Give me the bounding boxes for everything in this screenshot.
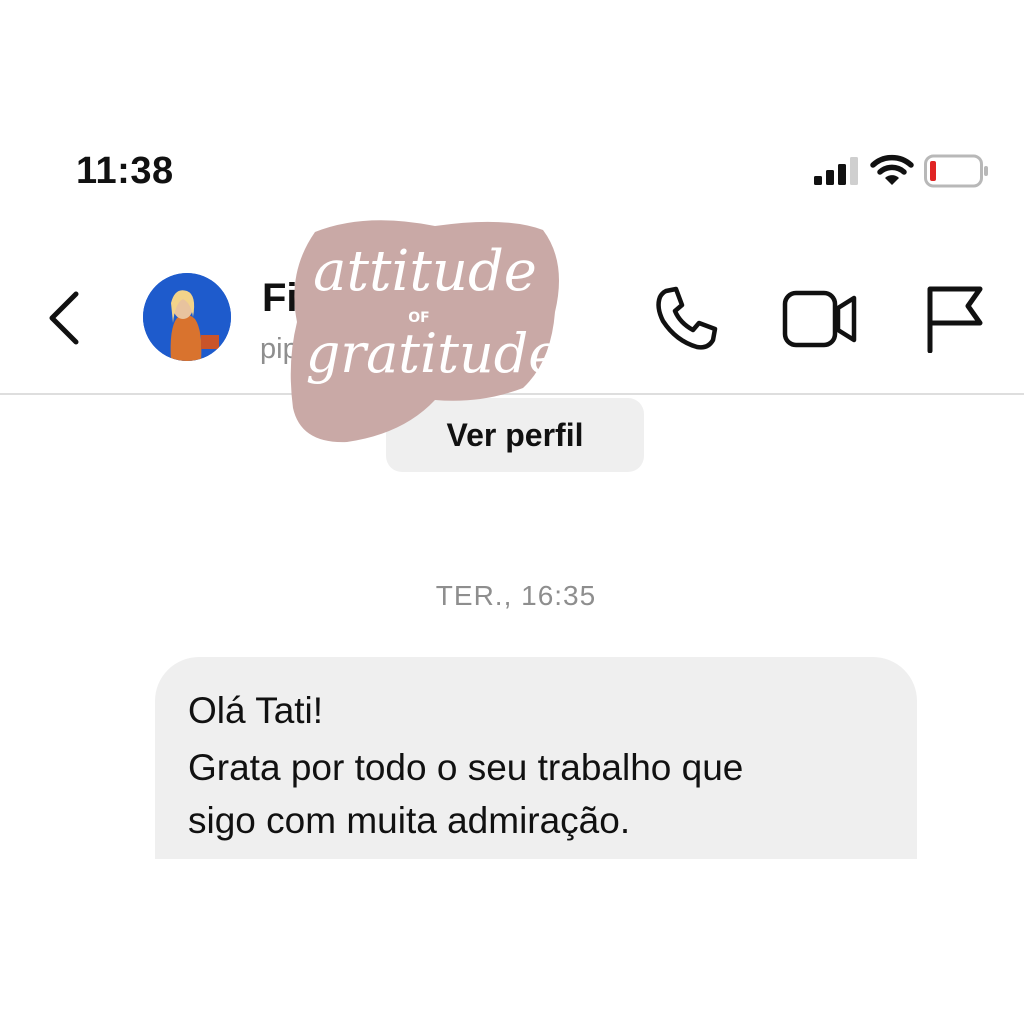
status-time: 11:38 (76, 150, 174, 192)
phone-icon[interactable] (652, 285, 720, 353)
message-line: Grata por todo o seu trabalho que (188, 747, 744, 788)
attitude-of-gratitude-sticker[interactable]: attitude OF gratitude (285, 212, 565, 444)
battery-low-icon (924, 154, 988, 188)
wifi-icon (870, 154, 914, 185)
bottom-area (0, 859, 1024, 1024)
message-timestamp: TER., 16:35 (435, 580, 597, 611)
flag-icon[interactable] (922, 283, 986, 353)
back-chevron-icon[interactable] (40, 286, 92, 350)
sticker-word-attitude: attitude (313, 239, 537, 304)
message-line: Olá Tati! (188, 690, 324, 731)
cellular-signal-icon (814, 157, 858, 185)
video-camera-icon[interactable] (782, 288, 858, 350)
sticker-word-gratitude: gratitude (306, 322, 561, 385)
message-line: sigo com muita admiração. (188, 800, 631, 841)
contact-avatar[interactable] (143, 273, 231, 361)
